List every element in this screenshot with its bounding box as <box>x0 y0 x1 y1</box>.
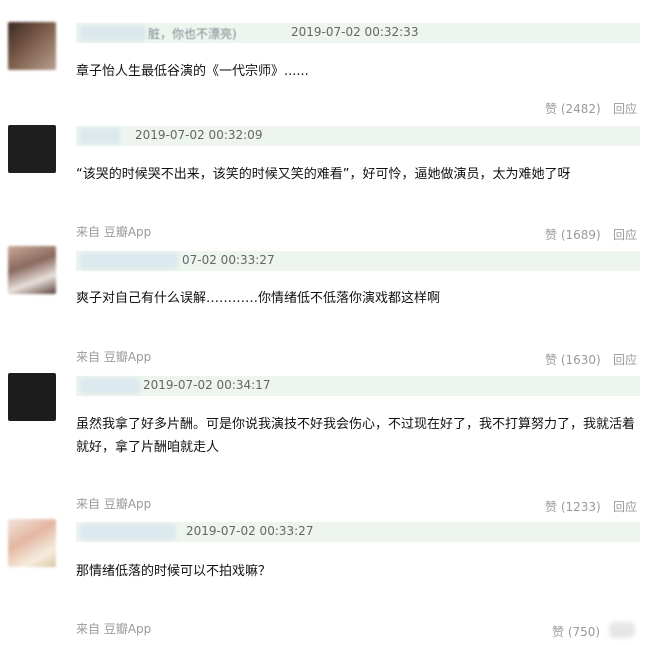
like-button[interactable]: 赞 (2482) <box>545 100 601 117</box>
username-redacted[interactable] <box>80 524 176 540</box>
reply-button[interactable]: 回应 <box>613 351 637 368</box>
comment-timestamp: 2019-07-02 00:34:17 <box>143 378 271 392</box>
username-redacted[interactable] <box>80 128 120 144</box>
comment-header: 2019-07-02 00:34:17 <box>76 376 640 396</box>
like-button[interactable]: 赞 (1689) <box>545 226 601 243</box>
comment-text: 爽子对自己有什么误解…………你情绪低不低落你演戏都这样啊 <box>76 291 441 306</box>
reply-button[interactable]: 回应 <box>613 100 637 117</box>
reply-button-redacted[interactable] <box>609 622 635 638</box>
like-button[interactable]: 赞 (1233) <box>545 498 601 515</box>
like-button[interactable]: 赞 (1630) <box>545 351 601 368</box>
comment-source: 来自 豆瓣App <box>76 225 152 239</box>
avatar[interactable] <box>8 373 56 421</box>
username-redacted[interactable] <box>80 253 178 269</box>
comment-header: 2019-07-02 00:32:09 <box>76 126 640 146</box>
comment-header: 脏，你也不漂亮) 2019-07-02 00:32:33 <box>76 23 640 43</box>
avatar[interactable] <box>8 22 56 70</box>
username-redacted[interactable] <box>80 378 140 394</box>
comment-text: 虽然我拿了好多片酬。可是你说我演技不好我会伤心，不过现在好了，我不打算努力了，我… <box>76 417 636 455</box>
reply-button[interactable]: 回应 <box>613 498 637 515</box>
comment-source: 来自 豆瓣App <box>76 497 152 511</box>
comment-timestamp: 2019-07-02 00:33:27 <box>186 524 314 538</box>
reply-button[interactable]: 回应 <box>613 226 637 243</box>
like-button[interactable]: 赞 (750) <box>552 623 600 640</box>
avatar[interactable] <box>8 246 56 294</box>
comment-source: 来自 豆瓣App <box>76 350 152 364</box>
username-partial: 脏，你也不漂亮) <box>148 27 237 41</box>
comment-source: 来自 豆瓣App <box>76 622 152 636</box>
comment-timestamp: 07-02 00:33:27 <box>182 253 275 267</box>
avatar[interactable] <box>8 519 56 567</box>
comment-header: 07-02 00:33:27 <box>76 251 640 271</box>
comment-timestamp: 2019-07-02 00:32:09 <box>135 128 263 142</box>
comment-text: 章子怡人生最低谷演的《一代宗师》...... <box>76 64 309 79</box>
comment-timestamp: 2019-07-02 00:32:33 <box>291 25 419 39</box>
comment-header: 2019-07-02 00:33:27 <box>76 522 640 542</box>
username-redacted[interactable] <box>80 25 146 41</box>
avatar[interactable] <box>8 125 56 173</box>
comment-text: 那情绪低落的时候可以不拍戏嘛？ <box>76 564 272 579</box>
comment-text: “该哭的时候哭不出来，该笑的时候又笑的难看”，好可怜，逼她做演员，太为难她了呀 <box>76 167 571 182</box>
